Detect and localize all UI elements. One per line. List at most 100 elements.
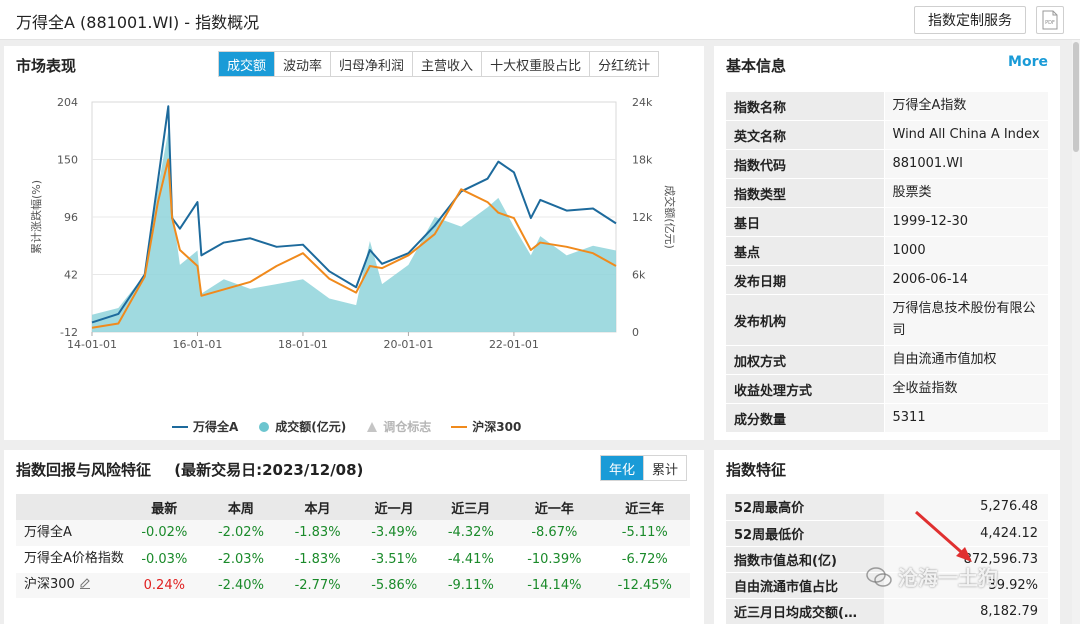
pdf-export-button[interactable]: PDF	[1036, 6, 1064, 34]
feature-value: 8,182.79	[884, 598, 1048, 624]
feature-key: 52周最高价	[726, 494, 884, 521]
y-left-axis-title: 累计涨跌幅(%)	[29, 180, 43, 254]
tab-cumulative[interactable]: 累计	[644, 456, 687, 480]
info-key: 发布机构	[726, 294, 885, 346]
page-title: 万得全A (881001.WI) - 指数概况	[16, 13, 260, 32]
scrollbar-thumb[interactable]	[1073, 42, 1079, 152]
basic-info-panel: 基本信息 More 指数名称 万得全A指数 英文名称 Wind All China A…	[714, 46, 1060, 440]
returns-row: 沪深300 0.24% -2.40% -2.77% -5.86% -9.11% -14.1…	[16, 572, 690, 599]
returns-row: 万得全A -0.02% -2.02% -1.83% -3.49% -4.32% -8.67%…	[16, 520, 690, 547]
feature-key: 自由流通市值占比	[726, 572, 884, 599]
info-row: 基日 1999-12-30	[726, 207, 1048, 237]
edit-icon[interactable]	[79, 577, 91, 589]
legend-circle-icon	[259, 421, 270, 432]
info-row: 指数代码 881001.WI	[726, 149, 1048, 179]
returns-header-cell: 最新	[126, 494, 203, 520]
y-left-tick-label: 150	[57, 154, 78, 167]
tab-dividend[interactable]: 分红统计	[590, 52, 659, 76]
returns-value: -12.45%	[599, 572, 690, 599]
pdf-icon-label: PDF	[1045, 20, 1055, 26]
info-value: 自由流通市值加权	[884, 345, 1048, 375]
market-tabs: 成交额 波动率 归母净利润 主营收入 十大权重股占比 分红统计	[218, 51, 660, 77]
feature-row: 52周最高价 5,276.48	[726, 494, 1048, 521]
legend-label-turnover: 成交额(亿元)	[275, 420, 347, 434]
returns-value: -1.83%	[279, 546, 356, 573]
feature-key: 52周最低价	[726, 520, 884, 547]
x-tick-label: 16-01-01	[173, 338, 223, 351]
custom-index-service-button[interactable]: 指数定制服务	[914, 6, 1026, 34]
page-scrollbar[interactable]	[1072, 40, 1080, 624]
returns-value: -6.72%	[599, 546, 690, 573]
info-key: 英文名称	[726, 120, 885, 150]
legend-item-rebalance[interactable]: 调仓标志	[366, 418, 431, 435]
watermark: 沧海一土狗	[866, 562, 998, 591]
returns-header-cell: 近一年	[509, 494, 600, 520]
returns-row-name[interactable]: 万得全A	[16, 520, 126, 547]
chart-legend: 万得全A 成交额(亿元) 调仓标志 沪深300	[172, 418, 521, 435]
returns-row: 万得全A价格指数 -0.03% -2.03% -1.83% -3.51% -4.41% -1…	[16, 546, 690, 573]
info-row: 收益处理方式 全收益指数	[726, 374, 1048, 404]
returns-value: -5.11%	[599, 520, 690, 547]
y-left-tick-label: 42	[64, 269, 78, 282]
info-key: 指数类型	[726, 178, 885, 208]
returns-value: -0.03%	[126, 546, 203, 573]
info-row: 指数类型 股票类	[726, 178, 1048, 208]
watermark-text: 沧海一土狗	[898, 566, 998, 590]
returns-risk-panel: 指数回报与风险特征 (最新交易日:2023/12/08) 年化 累计 最新 本周本…	[4, 450, 704, 624]
info-value: 1000	[884, 236, 1048, 266]
pdf-icon: PDF	[1042, 10, 1058, 30]
market-performance-panel: 市场表现 成交额 波动率 归母净利润 主营收入 十大权重股占比 分红统计 204…	[4, 46, 704, 440]
y-right-axis-title: 成交额(亿元)	[663, 185, 677, 249]
info-value: 股票类	[884, 178, 1048, 208]
returns-value: -14.14%	[509, 572, 600, 599]
returns-title: 指数回报与风险特征 (最新交易日:2023/12/08)	[16, 459, 363, 480]
legend-item-turnover[interactable]: 成交额(亿元)	[258, 418, 346, 435]
tab-revenue[interactable]: 主营收入	[413, 52, 483, 76]
legend-item-wind-all-a[interactable]: 万得全A	[172, 418, 238, 435]
market-panel-title: 市场表现	[16, 57, 77, 75]
info-key: 指数代码	[726, 149, 885, 179]
returns-value: -2.77%	[279, 572, 356, 599]
returns-tabs: 年化 累计	[600, 455, 688, 481]
y-right-tick-label: 12k	[632, 211, 653, 224]
tab-annualized[interactable]: 年化	[601, 456, 645, 480]
returns-value: -10.39%	[509, 546, 600, 573]
tab-turnover[interactable]: 成交额	[219, 52, 276, 76]
returns-header-cell	[16, 494, 126, 520]
tab-volatility[interactable]: 波动率	[275, 52, 332, 76]
returns-value: -0.02%	[126, 520, 203, 547]
feature-key: 近三月日均成交额(…	[726, 598, 884, 624]
feature-row: 52周最低价 4,424.12	[726, 520, 1048, 547]
info-key: 基点	[726, 236, 885, 266]
returns-header-cell: 近三年	[599, 494, 690, 520]
wechat-icon	[866, 566, 892, 587]
top-bar: 万得全A (881001.WI) - 指数概况 指数定制服务 PDF	[0, 0, 1080, 40]
legend-line-icon	[451, 425, 468, 428]
returns-row-name[interactable]: 万得全A价格指数	[16, 546, 126, 573]
features-table: 52周最高价 5,276.48 52周最低价 4,424.12 指数市值总和(亿) 872…	[726, 494, 1048, 624]
info-value: 万得信息技术股份有限公司	[884, 294, 1048, 346]
returns-value: -2.40%	[202, 572, 280, 599]
x-tick-label: 20-01-01	[383, 338, 433, 351]
info-row: 基点 1000	[726, 236, 1048, 266]
returns-header-cell: 近三月	[432, 494, 510, 520]
info-value: 2006-06-14	[884, 265, 1048, 295]
more-link[interactable]: More	[1008, 54, 1048, 70]
legend-item-csi300[interactable]: 沪深300	[451, 418, 521, 435]
returns-value: 0.24%	[126, 572, 203, 599]
returns-row-name[interactable]: 沪深300	[16, 572, 126, 599]
basic-info-title: 基本信息	[726, 57, 787, 75]
returns-header-cell: 本周	[202, 494, 280, 520]
returns-value: -4.32%	[432, 520, 510, 547]
returns-value: -5.86%	[355, 572, 433, 599]
info-row: 指数名称 万得全A指数	[726, 92, 1048, 121]
x-tick-label: 14-01-01	[67, 338, 117, 351]
y-right-tick-label: 0	[632, 326, 639, 339]
legend-triangle-icon	[367, 421, 378, 432]
index-features-panel: 指数特征 52周最高价 5,276.48 52周最低价 4,424.12 指数市值总和(…	[714, 450, 1060, 624]
tab-net-profit[interactable]: 归母净利润	[331, 52, 414, 76]
tab-top10-weight[interactable]: 十大权重股占比	[482, 52, 591, 76]
info-key: 加权方式	[726, 345, 885, 375]
latest-trade-date: (最新交易日:2023/12/08)	[174, 461, 364, 479]
features-title: 指数特征	[726, 461, 787, 479]
